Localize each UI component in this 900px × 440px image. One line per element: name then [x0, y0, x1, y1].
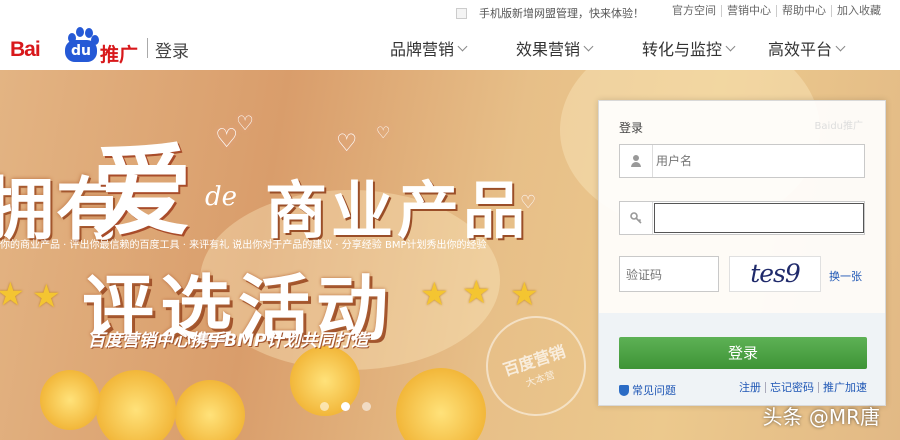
- logo-product: 推广: [100, 44, 139, 66]
- promotion-accelerate-link[interactable]: 推广加速: [818, 382, 871, 393]
- carousel-dots: [320, 402, 371, 411]
- nav-item-performance-marketing[interactable]: 效果营销: [516, 36, 642, 60]
- banner-love: 爱: [92, 133, 192, 250]
- username-input[interactable]: [654, 145, 860, 177]
- faq-link[interactable]: 常见问题: [619, 382, 676, 398]
- nav-item-label: 高效平台: [768, 40, 833, 59]
- chevron-down-icon: [583, 41, 594, 51]
- forgot-password-link[interactable]: 忘记密码: [765, 382, 818, 393]
- watermark: 头条 @MR唐: [762, 405, 880, 429]
- login-panel: 登录 Baidu推广 tes9 换一张 登录 常见问题 注册 忘记密码 推广加速: [598, 100, 886, 406]
- panel-watermark: Baidu推广: [814, 121, 863, 132]
- captcha-image[interactable]: tes9: [729, 256, 821, 292]
- header-divider: [147, 38, 148, 58]
- banner-de: de: [205, 182, 238, 212]
- nav-item-brand-marketing[interactable]: 品牌营销: [390, 36, 516, 60]
- light-orb: [175, 380, 245, 440]
- captcha-input[interactable]: [620, 257, 722, 293]
- star-icon: ★: [32, 277, 61, 315]
- password-input[interactable]: [654, 203, 864, 233]
- captcha-field[interactable]: [619, 256, 722, 293]
- top-link-marketing-center[interactable]: 营销中心: [721, 5, 776, 17]
- nav-item-conversion-monitoring[interactable]: 转化与监控: [642, 36, 768, 60]
- nav-item-label: 转化与监控: [642, 40, 723, 59]
- star-icon: ★: [0, 275, 25, 313]
- heart-icon: ♡: [336, 129, 358, 157]
- page-title: 登录: [155, 42, 189, 62]
- light-orb: [96, 370, 176, 440]
- heart-icon: ♡: [376, 123, 391, 142]
- nav-item-efficient-platform[interactable]: 高效平台: [768, 36, 894, 60]
- key-icon: [620, 202, 653, 234]
- light-orb: [40, 370, 100, 430]
- refresh-captcha-link[interactable]: 换一张: [829, 268, 862, 284]
- notice: 手机版新增网盟管理，快来体验！: [456, 5, 644, 21]
- header: Bai du 推广 登录 品牌营销 效果营销 转化与监控 高效平台: [0, 24, 900, 70]
- logo-du: du: [65, 40, 97, 62]
- top-bar: 手机版新增网盟管理，快来体验！ 官方空间 营销中心 帮助中心 加入收藏: [0, 0, 900, 24]
- light-orb: [396, 368, 486, 440]
- faq-label: 常见问题: [632, 384, 676, 397]
- baidu-logo[interactable]: Bai du 推广: [10, 26, 145, 66]
- carousel-dot-active[interactable]: [341, 402, 350, 411]
- promo-stamp: 百度营销 大本营: [472, 302, 600, 430]
- login-label: 登录: [619, 121, 644, 135]
- star-icon: ★: [420, 275, 449, 313]
- heart-icon: ♡: [215, 124, 239, 154]
- nav-item-label: 品牌营销: [390, 40, 455, 59]
- star-icon: ★: [510, 275, 539, 313]
- login-bottom-links: 注册 忘记密码 推广加速: [735, 382, 871, 393]
- user-icon: [620, 145, 653, 177]
- login-button[interactable]: 登录: [619, 337, 867, 369]
- heart-icon: ♡: [236, 111, 254, 135]
- top-link-official-space[interactable]: 官方空间: [667, 5, 721, 17]
- notice-icon: [456, 7, 467, 19]
- nav-item-label: 效果营销: [516, 40, 581, 59]
- carousel-dot[interactable]: [320, 402, 329, 411]
- banner-subtitle: 你的商业产品 · 评出你最信赖的百度工具 · 来评有礼 说出你对于产品的建议 ·…: [0, 240, 487, 251]
- banner-tagline: 百度营销中心携手BMP计划共同打造: [88, 331, 369, 351]
- top-links: 官方空间 营销中心 帮助中心 加入收藏: [667, 5, 886, 17]
- notice-text[interactable]: 手机版新增网盟管理，快来体验！: [479, 5, 644, 21]
- top-link-help-center[interactable]: 帮助中心: [776, 5, 831, 17]
- star-icon: ★: [462, 273, 491, 311]
- logo-text: Bai: [10, 38, 41, 61]
- shield-icon: [619, 384, 629, 396]
- top-link-add-favorite[interactable]: 加入收藏: [831, 5, 886, 17]
- carousel-dot[interactable]: [362, 402, 371, 411]
- chevron-down-icon: [457, 41, 468, 51]
- username-field[interactable]: [619, 144, 865, 178]
- chevron-down-icon: [835, 41, 846, 51]
- main-nav: 品牌营销 效果营销 转化与监控 高效平台: [390, 36, 894, 60]
- register-link[interactable]: 注册: [735, 382, 765, 393]
- chevron-down-icon: [725, 41, 736, 51]
- password-field[interactable]: [619, 201, 865, 235]
